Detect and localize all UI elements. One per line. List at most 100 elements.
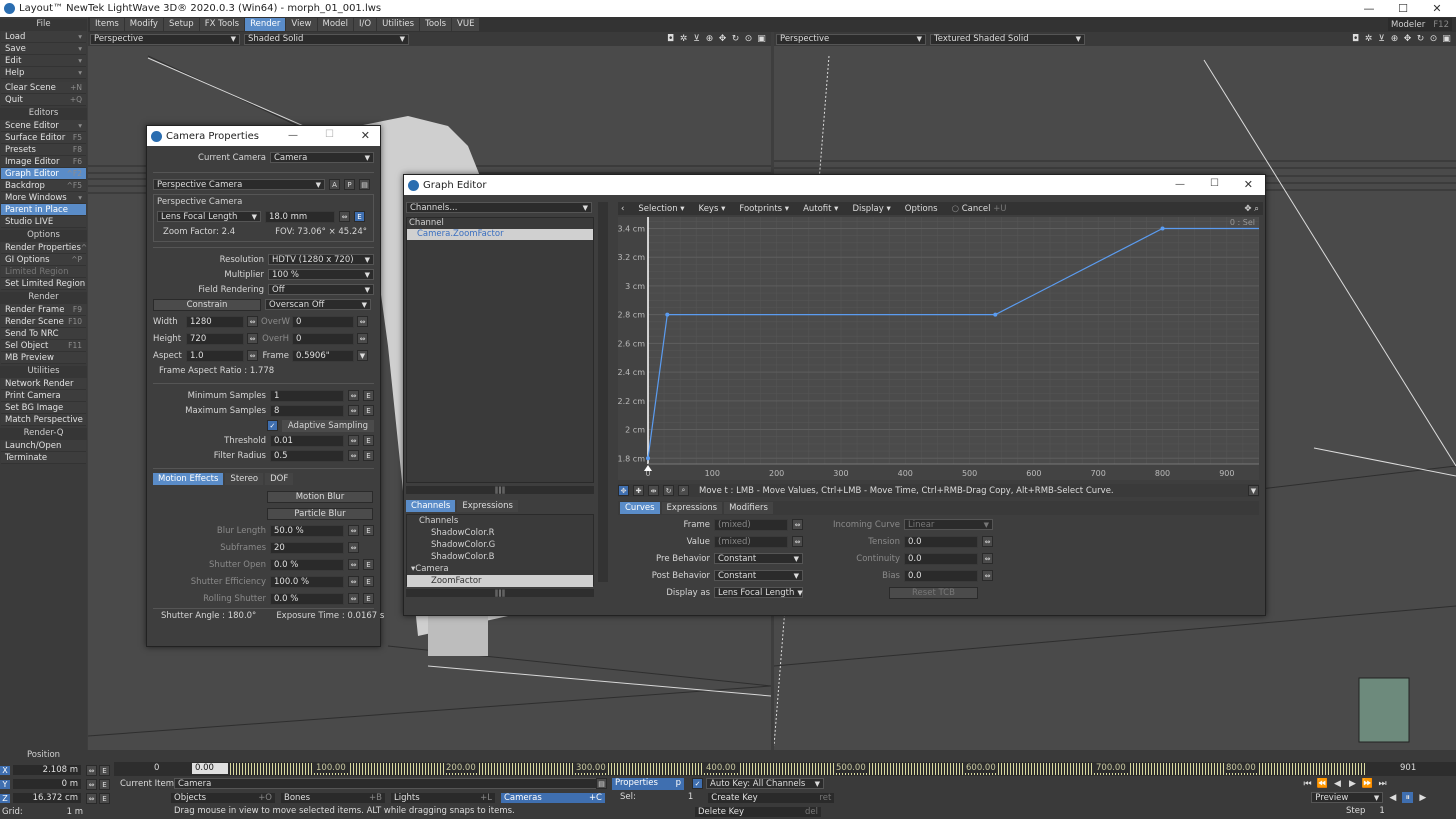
frame-field[interactable]: 0.5906" bbox=[292, 349, 354, 362]
sidebar-item-save[interactable]: Save ▾ bbox=[1, 43, 86, 55]
sidebar-item-set-bg-image[interactable]: Set BG Image bbox=[1, 402, 86, 414]
create-key-button[interactable]: Create Key ret bbox=[707, 792, 836, 804]
sidebar-item-clear-scene[interactable]: Clear Scene +N bbox=[1, 82, 86, 94]
channels-dropdown[interactable]: Channels... ▼ bbox=[406, 202, 592, 213]
camera-a-button[interactable]: A bbox=[329, 179, 340, 190]
tab-i-o[interactable]: I/O bbox=[354, 18, 377, 31]
center-icon[interactable]: ⊕ bbox=[1389, 34, 1400, 45]
maximize-button[interactable]: ☐ bbox=[1386, 0, 1420, 17]
sidebar-item-quit[interactable]: Quit +Q bbox=[1, 94, 86, 106]
tab-dof[interactable]: DOF bbox=[265, 473, 294, 485]
sidebar-item-render-scene[interactable]: Render Scene F10 bbox=[1, 316, 86, 328]
chevron-left-icon[interactable]: ‹ bbox=[618, 204, 624, 214]
maximize-icon[interactable]: ☐ bbox=[1210, 178, 1219, 189]
channel-tree-item[interactable]: ShadowColor.G bbox=[407, 539, 593, 551]
play-icon[interactable]: ▶ bbox=[1417, 792, 1428, 803]
save-view-icon[interactable]: ⊻ bbox=[691, 34, 702, 45]
zoom-icon[interactable]: ⌕ bbox=[1254, 204, 1259, 214]
move-view-icon[interactable]: ✥ bbox=[1244, 204, 1251, 214]
sidebar-item-render-frame[interactable]: Render Frame F9 bbox=[1, 304, 86, 316]
lights-button[interactable]: Lights +L bbox=[390, 792, 496, 804]
sidebar-item-sel-object[interactable]: Sel Object F11 bbox=[1, 340, 86, 352]
stretch-icon[interactable]: ⇹ bbox=[648, 485, 659, 496]
camera-type-dropdown[interactable]: Perspective Camera ▼ bbox=[153, 179, 325, 190]
tab-render[interactable]: Render bbox=[245, 18, 286, 31]
current-time-field[interactable]: 0.00 bbox=[192, 763, 228, 774]
constrain-button[interactable]: Constrain bbox=[153, 298, 261, 311]
next-key-icon[interactable]: ⏩ bbox=[1362, 778, 1373, 789]
sidebar-item-presets[interactable]: Presets F8 bbox=[1, 144, 86, 156]
sidebar-item-surface-editor[interactable]: Surface Editor F5 bbox=[1, 132, 86, 144]
add-key-icon[interactable]: ✚ bbox=[633, 485, 644, 496]
arrows-icon[interactable]: ⇔ bbox=[247, 350, 258, 361]
overh-field[interactable]: 0 bbox=[292, 332, 354, 345]
sidebar-item-send-to-nrc[interactable]: Send To NRC bbox=[1, 328, 86, 340]
current-item-dropdown[interactable]: Camera▼ bbox=[174, 778, 606, 789]
post-behavior-dropdown[interactable]: Constant ▼ bbox=[714, 570, 803, 581]
view-type-dropdown[interactable]: Perspective ▼ bbox=[90, 33, 240, 45]
keyframe-point[interactable] bbox=[993, 312, 998, 317]
close-icon[interactable]: ✕ bbox=[1244, 178, 1253, 191]
tab-modifiers[interactable]: Modifiers bbox=[724, 502, 773, 514]
checkbox-checked-icon[interactable]: ✓ bbox=[267, 420, 278, 431]
tab-tools[interactable]: Tools bbox=[420, 18, 452, 31]
tab-motion-effects[interactable]: Motion Effects bbox=[153, 473, 224, 485]
keyframe-point[interactable] bbox=[665, 312, 670, 317]
envelope-button[interactable]: E bbox=[363, 450, 374, 461]
max-samples-field[interactable]: 8 bbox=[270, 404, 344, 417]
adaptive-sampling-label[interactable]: Adaptive Sampling bbox=[281, 419, 374, 432]
keyframe-point[interactable] bbox=[1160, 226, 1165, 231]
preview-dropdown[interactable]: Preview ▼ bbox=[1311, 792, 1384, 803]
field-rendering-dropdown[interactable]: Off ▼ bbox=[268, 284, 374, 295]
envelope-button[interactable]: E bbox=[363, 390, 374, 401]
channel-tree-item[interactable]: ▾ Camera bbox=[407, 563, 593, 575]
prev-key-icon[interactable]: ⏪ bbox=[1317, 778, 1328, 789]
camera-view-icon[interactable]: ◘ bbox=[665, 34, 676, 45]
multiplier-dropdown[interactable]: 100 % ▼ bbox=[268, 269, 374, 280]
minimize-icon[interactable]: — bbox=[288, 130, 298, 141]
sidebar-item-terminate[interactable]: Terminate bbox=[1, 452, 86, 464]
keyframe-point[interactable] bbox=[646, 456, 650, 461]
item-list-icon[interactable]: ▤ bbox=[596, 778, 607, 789]
arrows-icon[interactable]: ⇔ bbox=[792, 536, 803, 547]
sidebar-item-print-camera[interactable]: Print Camera bbox=[1, 390, 86, 402]
arrows-icon[interactable]: ⇔ bbox=[86, 765, 97, 776]
envelope-button[interactable]: E bbox=[363, 559, 374, 570]
keys-menu[interactable]: Keys ▾ bbox=[699, 204, 726, 214]
tab-view[interactable]: View bbox=[286, 18, 317, 31]
tab-channels[interactable]: Channels bbox=[406, 500, 456, 512]
rotate-view-icon[interactable]: ↻ bbox=[1415, 34, 1426, 45]
pos-y-field[interactable]: 0 m bbox=[12, 778, 82, 790]
display-as-dropdown[interactable]: Lens Focal Length ▼ bbox=[714, 587, 803, 598]
bias-field[interactable]: 0.0 bbox=[904, 569, 978, 582]
save-view-icon[interactable]: ⊻ bbox=[1376, 34, 1387, 45]
camera-p-button[interactable]: P bbox=[344, 179, 355, 190]
rotate-view-icon[interactable]: ↻ bbox=[730, 34, 741, 45]
channel-tree-item[interactable]: ShadowColor.R bbox=[407, 527, 593, 539]
arrows-icon[interactable]: ⇔ bbox=[86, 793, 97, 804]
modeler-button[interactable]: Modeler F12 bbox=[1388, 18, 1452, 31]
lens-envelope-button[interactable]: E bbox=[354, 211, 365, 222]
arrows-icon[interactable]: ⇔ bbox=[982, 570, 993, 581]
tension-field[interactable]: 0.0 bbox=[904, 535, 978, 548]
tab-curve-expressions[interactable]: Expressions bbox=[661, 502, 723, 514]
chevron-down-icon[interactable]: ▼ bbox=[357, 350, 368, 361]
envelope-button[interactable]: E bbox=[363, 405, 374, 416]
tab-modify[interactable]: Modify bbox=[124, 18, 163, 31]
channels-scrollbar[interactable] bbox=[598, 202, 608, 582]
close-icon[interactable]: ✕ bbox=[361, 129, 370, 142]
shutter-open-field[interactable]: 0.0 % bbox=[270, 558, 344, 571]
pos-z-field[interactable]: 16.372 cm bbox=[12, 792, 82, 804]
first-frame-icon[interactable]: ⏮ bbox=[1302, 778, 1313, 789]
current-frame-marker[interactable] bbox=[644, 465, 652, 471]
key-frame-field[interactable]: (mixed) bbox=[714, 518, 788, 531]
envelope-z-button[interactable]: E bbox=[99, 793, 110, 804]
maximize-icon[interactable]: ☐ bbox=[325, 129, 334, 140]
envelope-button[interactable]: E bbox=[363, 525, 374, 536]
channel-list-item-selected[interactable]: Camera.ZoomFactor bbox=[407, 229, 593, 240]
sidebar-item-launch-open[interactable]: Launch/Open bbox=[1, 440, 86, 452]
tab-items[interactable]: Items bbox=[90, 18, 124, 31]
play-reverse-icon[interactable]: ◀ bbox=[1387, 792, 1398, 803]
zoom-view-icon[interactable]: ⊙ bbox=[1428, 34, 1439, 45]
sidebar-item-graph-editor[interactable]: Graph Editor ^F2 bbox=[1, 168, 86, 180]
